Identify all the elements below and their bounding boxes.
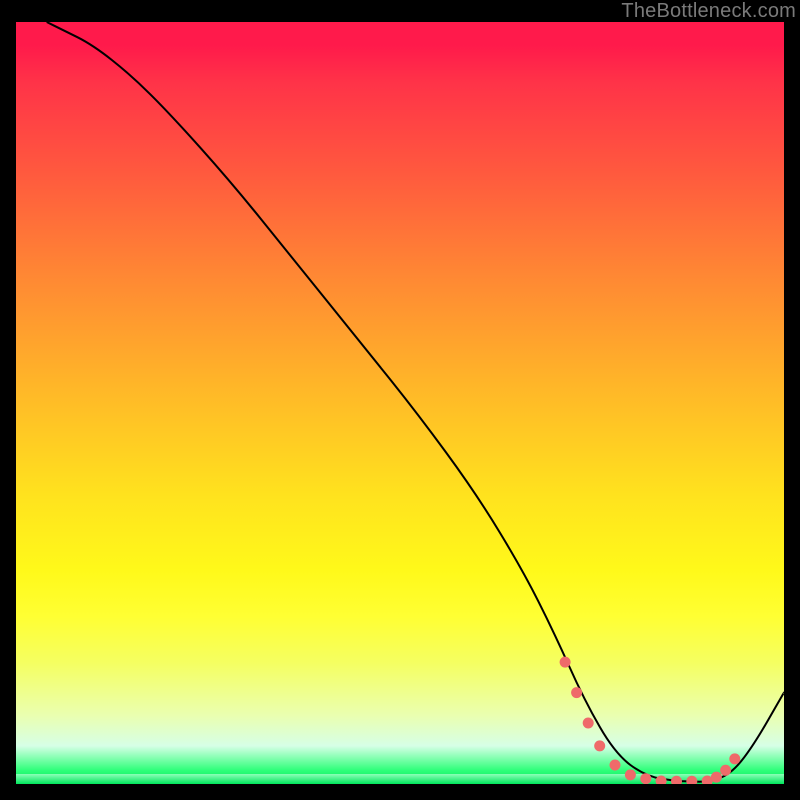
highlight-dot [625, 769, 636, 780]
curve-overlay [16, 22, 784, 784]
highlight-dots-group [560, 657, 741, 784]
highlight-dot [594, 740, 605, 751]
highlight-dot [720, 765, 731, 776]
highlight-dot [729, 753, 740, 764]
highlight-dot [571, 687, 582, 698]
plot-area [16, 22, 784, 784]
highlight-dot [656, 776, 667, 785]
highlight-dot [583, 718, 594, 729]
highlight-dot [610, 760, 621, 771]
bottleneck-curve [47, 22, 784, 782]
highlight-dot [671, 776, 682, 784]
watermark-text: TheBottleneck.com [621, 0, 796, 23]
highlight-dot [711, 772, 722, 783]
highlight-dot [640, 773, 651, 784]
highlight-dot [560, 657, 571, 668]
highlight-dot [686, 776, 697, 784]
